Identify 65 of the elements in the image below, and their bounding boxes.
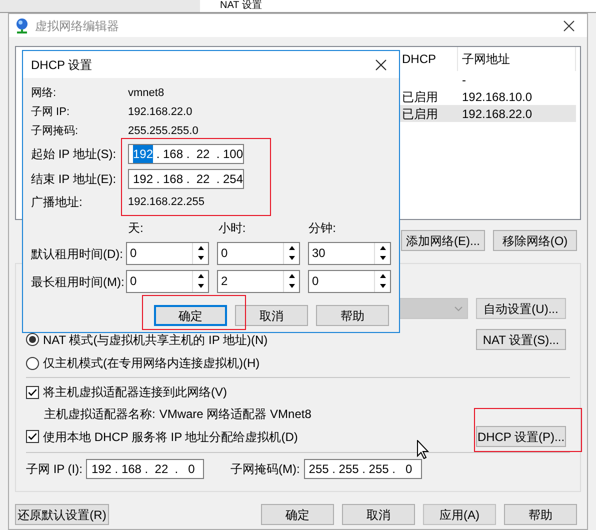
info-value: 192.168.22.0 xyxy=(128,105,192,120)
dialog-button[interactable]: 确定 xyxy=(154,305,227,326)
chevron-down-icon xyxy=(454,306,463,312)
checkbox-label: 使用本地 DHCP 服务将 IP 地址分配给虚拟机(D) xyxy=(43,428,298,446)
table-row[interactable]: 已启用 192.168.10.0 xyxy=(398,88,576,105)
footer-button[interactable]: 取消 xyxy=(342,504,415,525)
table-cell-text: 192.168.10.0 xyxy=(461,88,534,106)
subnet-mask-label: 子网掩码(M): xyxy=(230,461,300,478)
dialog-title: DHCP 设置 xyxy=(31,56,92,74)
ip-label: 起始 IP 地址(S): xyxy=(31,146,118,162)
footer-button[interactable]: 帮助 xyxy=(504,504,577,525)
lease-header: 小时: xyxy=(218,220,247,237)
lease-header: 分钟: xyxy=(308,220,337,237)
network-button[interactable]: 添加网络(E)... xyxy=(401,230,485,251)
dialog-button[interactable]: 取消 xyxy=(235,305,308,326)
broadcast-label: 广播地址: xyxy=(31,194,84,211)
table-row[interactable]: - xyxy=(398,71,576,88)
nat-settings-button[interactable]: NAT 设置(S)... xyxy=(476,329,566,350)
spin-field[interactable]: 2 xyxy=(217,270,300,293)
column-header[interactable]: 子网地址 xyxy=(458,47,576,71)
background-window-text: NAT 设置 xyxy=(220,0,262,12)
adapter-name-label: 主机虚拟适配器名称: xyxy=(44,406,156,423)
restore-defaults-button[interactable]: 还原默认设置(R) xyxy=(15,504,109,525)
info-label: 网络: xyxy=(31,86,58,102)
ip-field[interactable]: 255 . 255 . 255 . 0 xyxy=(304,459,422,479)
table-cell: 已启用 xyxy=(402,90,438,104)
footer-button[interactable]: 确定 xyxy=(261,504,334,525)
info-label: 子网掩码: xyxy=(31,124,80,140)
dialog-button[interactable]: 帮助 xyxy=(316,305,389,326)
info-value: 255.255.255.0 xyxy=(128,124,198,140)
network-globe-icon xyxy=(15,18,29,34)
ip-field[interactable]: 192 . 168 . 22 . 254 xyxy=(128,168,244,188)
table-cell-text: - xyxy=(461,72,467,88)
lease-label: 最长租用时间(M): xyxy=(31,274,126,290)
spin-field[interactable]: 0 xyxy=(126,270,209,293)
lease-label: 默认租用时间(D): xyxy=(31,246,124,262)
table-row[interactable]: 已启用 192.168.22.0 xyxy=(398,105,576,122)
adapter-name: VMware 网络适配器 VMnet8 xyxy=(159,406,312,423)
ip-field[interactable]: 192 . 168 . 22 . 0 xyxy=(86,459,204,479)
spin-field[interactable]: 0 xyxy=(126,242,209,265)
mouse-cursor-icon xyxy=(417,440,429,459)
subnet-ip-label: 子网 IP (I): xyxy=(26,461,82,478)
spin-field[interactable]: 0 xyxy=(308,270,391,293)
spin-field[interactable]: 0 xyxy=(217,242,300,265)
spin-field[interactable]: 30 xyxy=(308,242,391,265)
ip-label: 结束 IP 地址(E): xyxy=(31,170,118,188)
network-button[interactable]: 移除网络(O) xyxy=(493,230,577,251)
info-value: vmnet8 xyxy=(128,86,164,102)
table-cell-text: 192.168.22.0 xyxy=(461,106,534,122)
ip-field[interactable]: 192 . 168 . 22 . 100 xyxy=(128,144,244,164)
close-icon[interactable] xyxy=(375,58,387,70)
close-icon[interactable] xyxy=(563,20,575,32)
table-cell: 已启用 xyxy=(402,106,438,120)
radio-label: NAT 模式(与虚拟机共享主机的 IP 地址)(N) xyxy=(43,332,268,348)
radio-label: 仅主机模式(在专用网络内连接虚拟机)(H) xyxy=(43,355,260,372)
info-label: 子网 IP: xyxy=(31,105,71,120)
radio-button[interactable] xyxy=(26,333,39,346)
window-title: 虚拟网络编辑器 xyxy=(35,18,119,34)
broadcast-value: 192.168.22.255 xyxy=(128,194,204,210)
lease-header: 天: xyxy=(128,220,144,237)
checkbox[interactable] xyxy=(26,430,39,443)
dhcp-settings-button[interactable]: DHCP 设置(P)... xyxy=(476,426,566,447)
radio-button[interactable] xyxy=(26,356,39,370)
checkbox-label: 将主机虚拟适配器连接到此网络(V) xyxy=(43,384,227,401)
checkbox[interactable] xyxy=(26,386,39,398)
